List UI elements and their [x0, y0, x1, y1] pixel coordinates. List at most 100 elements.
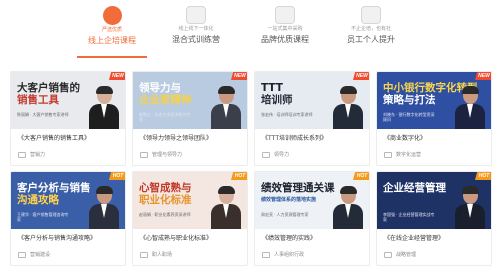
course-category: 战略管理 [384, 250, 416, 259]
thumbnail-headline: 绩效管理通关课绩效管理体系的落地实施 [261, 182, 335, 206]
course-card[interactable]: TTT 培训师张宏伟 · 培训师培训专家讲师 NEW 《TTT培训师成长系列》领导力 [254, 71, 370, 166]
course-card[interactable]: 大客户销售的 销售工具陈丽娟 · 大客户销售专家讲师 NEW 《大客户销售的销售工具》… [10, 71, 126, 166]
teacher-info: 赵丽娟 · 职业化素养资深讲师 [139, 212, 191, 217]
course-thumbnail: 大客户销售的 销售工具陈丽娟 · 大客户销售专家讲师 NEW [11, 72, 125, 129]
shop-icon [275, 6, 295, 24]
category-label: 职人职场 [152, 252, 173, 258]
teacher-info: 王建华 · 客户销售管理咨询专家 [17, 212, 69, 222]
hot-badge: HOT [475, 172, 491, 180]
instructor-photo [455, 186, 485, 229]
category-label: 管理与领导力 [152, 152, 183, 158]
headline-line-1: TTT [261, 82, 283, 94]
course-thumbnail: 客户分析与销售 沟通攻略王建华 · 客户销售管理咨询专家 HOT [11, 172, 125, 229]
headline-line-2: 绩效管理体系的落地实施 [261, 197, 317, 203]
course-card[interactable]: 绩效管理通关课绩效管理体系的落地实施 周宏亮 · 人力资源管理专家 HOT 《绩效管理… [254, 171, 370, 266]
hot-badge: HOT [353, 172, 369, 180]
instructor-photo [333, 86, 363, 129]
instructor-photo [333, 186, 363, 229]
course-card[interactable]: 领导力与 企业家精神陈胜红 · 北京大学经济研究专家 NEW 《领导力领导之领导团队》… [132, 71, 248, 166]
category-label: 领导力 [274, 152, 290, 158]
course-category: 数字化运营 [384, 150, 421, 159]
teacher-info: 周宏亮 · 人力资源管理专家 [261, 212, 309, 217]
hot-badge: HOT [109, 172, 125, 180]
hot-badge: HOT [231, 172, 247, 180]
course-title[interactable]: 《心智成熟与职业化标准》 [140, 235, 212, 243]
tab-subtitle: 不止企培，也有社 [350, 26, 391, 32]
instructor-photo [455, 86, 485, 129]
category-icon [140, 151, 148, 158]
new-badge: NEW [353, 72, 369, 80]
category-label: 战略管理 [396, 252, 417, 258]
thumbnail-headline: 领导力与 企业家精神 [139, 82, 192, 106]
course-thumbnail: 领导力与 企业家精神陈胜红 · 北京大学经济研究专家 NEW [133, 72, 247, 129]
thumbnail-headline: 大客户销售的 销售工具 [17, 82, 80, 106]
instructor-photo [211, 186, 241, 229]
course-thumbnail: 心智成熟与 职业化标准赵丽娟 · 职业化素养资深讲师 HOT [133, 172, 247, 229]
course-thumbnail: 企业经营管理 李国强 · 企业经营管理实战专家 HOT [377, 172, 491, 229]
instructor-photo [89, 86, 119, 129]
category-icon [262, 251, 270, 258]
thumbnail-headline: 企业经营管理 [383, 182, 446, 194]
teacher-info: 陈丽娟 · 大客户销售专家讲师 [17, 112, 69, 117]
category-icon [262, 151, 270, 158]
headline-line-1: 绩效管理通关课 [261, 182, 335, 194]
category-label: 人事组织行政 [274, 252, 305, 258]
category-label: 营销力 [30, 152, 46, 158]
course-category: 人事组织行政 [262, 250, 304, 259]
category-icon [140, 251, 148, 258]
course-title[interactable]: 《绩效管理的实践》 [262, 235, 316, 243]
teacher-info: 李国强 · 企业经营管理实战专家 [383, 212, 435, 222]
teacher-info: 张宏伟 · 培训师培训专家讲师 [261, 112, 313, 117]
course-title[interactable]: 《大客户销售的销售工具》 [18, 135, 90, 143]
category-label: 营销建设 [30, 252, 51, 258]
category-icon [18, 151, 26, 158]
headline-line-2: 企业家精神 [139, 94, 192, 106]
headline-line-2: 培训师 [261, 94, 293, 106]
thumbnail-headline: 心智成熟与 职业化标准 [139, 182, 192, 206]
headline-line-2: 沟通攻略 [17, 194, 59, 206]
new-badge: NEW [109, 72, 125, 80]
monitor-icon [186, 6, 206, 24]
course-title[interactable]: 《商业数字化》 [384, 135, 426, 143]
teacher-info: 刘晓东 · 银行数字化转型资深顾问 [383, 112, 435, 122]
course-thumbnail: 中小银行数字化转型 策略与打法 刘晓东 · 银行数字化转型资深顾问 NEW [377, 72, 491, 129]
teacher-info: 陈胜红 · 北京大学经济研究专家 [139, 112, 191, 122]
thumbnail-headline: 客户分析与销售 沟通攻略 [17, 182, 91, 206]
headline-line-2: 销售工具 [17, 94, 59, 106]
headline-line-1: 心智成熟与 [139, 182, 192, 194]
category-icon [384, 251, 392, 258]
course-category: 职人职场 [140, 250, 172, 259]
course-category: 领导力 [262, 150, 289, 159]
instructor-photo [89, 186, 119, 229]
course-card[interactable]: 企业经营管理 李国强 · 企业经营管理实战专家 HOT 《在线企业经营管理》战略管理 [376, 171, 492, 266]
new-badge: NEW [475, 72, 491, 80]
course-category: 营销建设 [18, 250, 50, 259]
new-badge: NEW [231, 72, 247, 80]
instructor-photo [211, 86, 241, 129]
headline-line-1: 领导力与 [139, 82, 181, 94]
headline-line-1: 大客户销售的 [17, 82, 80, 94]
course-title[interactable]: 《TTT培训师成长系列》 [262, 135, 327, 143]
headline-line-2: 职业化标准 [139, 194, 192, 206]
tab-label: 员工个人提升 [347, 35, 395, 44]
course-type-tabs: 严选优质 线上企培课程 线上线下一体化 混合式训练营 一站式集中采购 品牌优质课程 不止企培… [0, 0, 500, 62]
headline-line-1: 客户分析与销售 [17, 182, 91, 194]
headline-line-1: 企业经营管理 [383, 182, 446, 194]
course-title[interactable]: 《在线企业经营管理》 [384, 235, 444, 243]
tab-4[interactable]: 不止企培，也有社 员工个人提升 [316, 6, 426, 58]
course-card[interactable]: 心智成熟与 职业化标准赵丽娟 · 职业化素养资深讲师 HOT 《心智成熟与职业化标准》… [132, 171, 248, 266]
category-label: 数字化运营 [396, 152, 422, 158]
active-tab-underline [77, 56, 147, 58]
person-icon [361, 6, 381, 24]
category-icon [384, 151, 392, 158]
course-category: 营销力 [18, 150, 45, 159]
category-icon [18, 251, 26, 258]
course-title[interactable]: 《领导力领导之领导团队》 [140, 135, 212, 143]
course-card[interactable]: 中小银行数字化转型 策略与打法 刘晓东 · 银行数字化转型资深顾问 NEW 《商业数字化… [376, 71, 492, 166]
course-card[interactable]: 客户分析与销售 沟通攻略王建华 · 客户销售管理咨询专家 HOT 《客户分析与销售沟通… [10, 171, 126, 266]
course-category: 管理与领导力 [140, 150, 182, 159]
course-title[interactable]: 《客户分析与销售沟通攻略》 [18, 235, 96, 243]
course-thumbnail: 绩效管理通关课绩效管理体系的落地实施 周宏亮 · 人力资源管理专家 HOT [255, 172, 369, 229]
play-icon [102, 6, 122, 25]
course-thumbnail: TTT 培训师张宏伟 · 培训师培训专家讲师 NEW [255, 72, 369, 129]
